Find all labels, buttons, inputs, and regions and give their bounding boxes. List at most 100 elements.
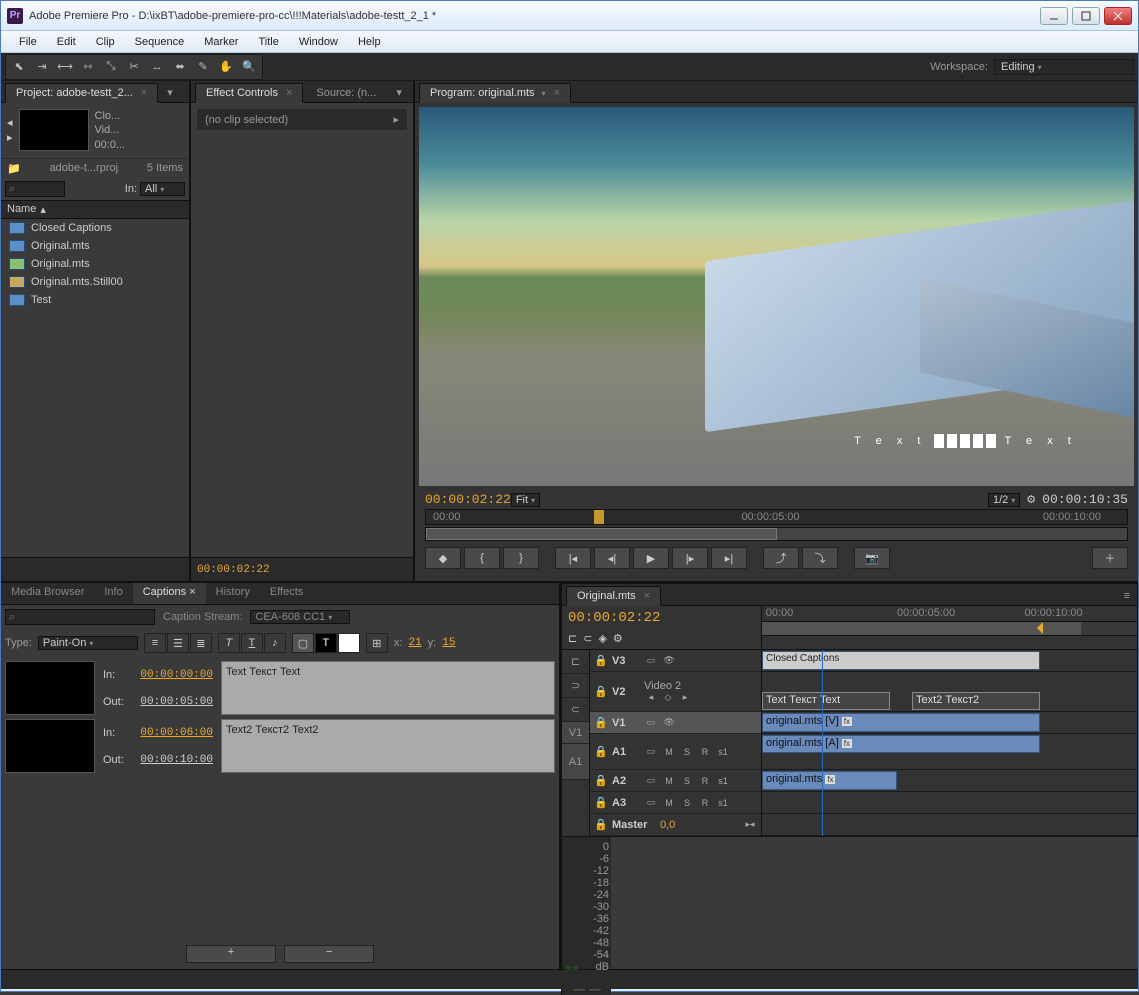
asset-item[interactable]: Original.mts.Still00 [1, 273, 189, 291]
text-fill-icon[interactable]: ▢ [292, 633, 314, 653]
align-right-icon[interactable]: ≣ [190, 633, 212, 653]
caption-text-input[interactable]: Text Текст Text [221, 661, 555, 715]
align-center-icon[interactable]: ☰ [167, 633, 189, 653]
text-bg-icon[interactable]: T [315, 633, 337, 653]
toggle-output-icon[interactable]: ▭ [644, 797, 658, 809]
close-icon[interactable]: × [554, 87, 560, 99]
caption-text-input[interactable]: Text2 Текст2 Text2 [221, 719, 555, 773]
hand-tool-icon[interactable]: ✋ [215, 57, 237, 77]
menu-edit[interactable]: Edit [47, 34, 86, 50]
snap-icon[interactable]: ⊏ [568, 632, 577, 645]
menu-file[interactable]: File [9, 34, 47, 50]
tl-tool-1[interactable]: ⊏ [562, 650, 589, 674]
panel-menu-icon[interactable]: ≡ [1117, 586, 1137, 605]
menu-marker[interactable]: Marker [194, 34, 248, 50]
pen-tool-icon[interactable]: ✎ [192, 57, 214, 77]
lock-icon[interactable]: 🔒 [594, 654, 608, 667]
menu-sequence[interactable]: Sequence [125, 34, 195, 50]
minimize-button[interactable] [1040, 7, 1068, 25]
timeline-tracks-area[interactable]: Closed Captions Text Текст Text Text2 Те… [762, 650, 1137, 836]
caption-in-tc[interactable]: 00:00:00:00 [140, 669, 213, 681]
mute-icon[interactable]: M [662, 797, 676, 809]
chevron-right-icon[interactable]: ▸ [393, 113, 399, 126]
extract-button[interactable]: ⤵ [802, 547, 838, 569]
caption-out-tc[interactable]: 00:00:10:00 [140, 754, 213, 766]
timeline-ruler[interactable]: 00:00 00:00:05:00 00:00:10:00 [762, 606, 1137, 622]
prev-keyframe-icon[interactable]: ◂ [644, 692, 658, 704]
window-titlebar[interactable]: Pr Adobe Premiere Pro - D:\ixBT\adobe-pr… [1, 1, 1138, 31]
solo-icon[interactable]: S [680, 797, 694, 809]
lock-icon[interactable]: 🔒 [594, 716, 608, 729]
caption-type-selector[interactable]: Paint-On [38, 636, 138, 650]
caption-in-tc[interactable]: 00:00:06:00 [140, 727, 213, 739]
asset-item[interactable]: Original.mts [1, 255, 189, 273]
close-icon[interactable]: × [186, 586, 195, 598]
panel-menu-icon[interactable]: ▾ [160, 82, 180, 102]
tl-tool-3[interactable]: ⊂ [562, 698, 589, 722]
tab-history[interactable]: History [206, 583, 260, 604]
underline-icon[interactable]: T [241, 633, 263, 653]
add-marker-icon[interactable]: ◈ [598, 632, 606, 645]
solo-icon[interactable]: S [680, 746, 694, 758]
record-icon[interactable]: R [698, 775, 712, 787]
play-preview-icon[interactable]: ▸ [7, 131, 13, 144]
close-icon[interactable]: × [286, 87, 292, 99]
music-note-icon[interactable]: ♪ [264, 633, 286, 653]
add-button-editor[interactable]: ＋ [1092, 547, 1128, 569]
timeline-zoom-bar[interactable] [762, 622, 1137, 636]
send-icon[interactable]: s1 [716, 746, 730, 758]
toggle-output-icon[interactable]: ▭ [644, 775, 658, 787]
asset-item[interactable]: Original.mts [1, 237, 189, 255]
clip-audio-2[interactable]: original.mtsfx [762, 771, 897, 790]
zoom-tool-icon[interactable]: 🔍 [238, 57, 260, 77]
project-search[interactable] [5, 181, 65, 197]
zoom-fit-selector[interactable]: Fit [511, 493, 540, 507]
position-grid-icon[interactable]: ⊞ [366, 633, 388, 653]
tab-effects[interactable]: Effects [260, 583, 313, 604]
lift-button[interactable]: ⤴ [763, 547, 799, 569]
timeline-tab[interactable]: Original.mts× [566, 586, 661, 606]
close-button[interactable] [1104, 7, 1132, 25]
workspace-selector[interactable]: Editing [994, 59, 1134, 75]
collapse-icon[interactable]: ▸◂ [743, 819, 757, 831]
maximize-button[interactable] [1072, 7, 1100, 25]
caption-out-tc[interactable]: 00:00:05:00 [140, 696, 213, 708]
tab-media-browser[interactable]: Media Browser [1, 583, 94, 604]
menu-window[interactable]: Window [289, 34, 348, 50]
track-header-v3[interactable]: 🔒 V3 ▭ 👁 [590, 650, 761, 672]
lock-icon[interactable]: 🔒 [594, 818, 608, 831]
asset-item[interactable]: Test [1, 291, 189, 309]
tab-info[interactable]: Info [94, 583, 132, 604]
send-icon[interactable]: s1 [716, 797, 730, 809]
step-forward-button[interactable]: |▸ [672, 547, 708, 569]
rate-stretch-tool-icon[interactable]: ⤡ [100, 57, 122, 77]
program-current-timecode[interactable]: 00:00:02:22 [425, 492, 511, 507]
timeline-settings-icon[interactable]: ⚙ [613, 632, 623, 645]
add-caption-button[interactable]: + [186, 945, 276, 963]
slip-tool-icon[interactable]: ↔ [146, 57, 168, 77]
tab-captions[interactable]: Captions × [133, 583, 206, 604]
add-keyframe-icon[interactable]: ◇ [661, 692, 675, 704]
program-video-view[interactable]: T e x t T e x t [419, 107, 1134, 486]
track-header-master[interactable]: 🔒 Master 0,0 ▸◂ [590, 814, 761, 836]
lock-icon[interactable]: 🔒 [594, 745, 608, 758]
record-icon[interactable]: R [698, 746, 712, 758]
caption-stream-selector[interactable]: CEA-608 CC1 [250, 610, 350, 624]
track-header-a1[interactable]: 🔒 A1 ▭ M S R s1 [590, 734, 761, 770]
mark-out-button[interactable]: } [503, 547, 539, 569]
track-header-v2[interactable]: 🔒 V2 Video 2 ◂◇▸ [590, 672, 761, 712]
toggle-output-icon[interactable]: ▭ [644, 717, 658, 729]
program-monitor-tab[interactable]: Program: original.mts × [419, 83, 571, 103]
eye-icon[interactable]: 👁 [662, 655, 676, 667]
source-tab[interactable]: Source: (n... [305, 83, 387, 102]
panel-menu-icon[interactable]: ▾ [389, 82, 409, 102]
program-scrubber[interactable] [425, 527, 1128, 541]
razor-tool-icon[interactable]: ✂ [123, 57, 145, 77]
playback-resolution-selector[interactable]: 1/2 [988, 493, 1020, 507]
mute-icon[interactable]: M [662, 746, 676, 758]
italic-icon[interactable]: T [218, 633, 240, 653]
next-keyframe-icon[interactable]: ▸ [678, 692, 692, 704]
a1-source-patch[interactable]: A1 [562, 744, 589, 780]
clip-video-1[interactable]: original.mts [V]fx [762, 713, 1040, 732]
timeline-current-timecode[interactable]: 00:00:02:22 [568, 610, 755, 626]
